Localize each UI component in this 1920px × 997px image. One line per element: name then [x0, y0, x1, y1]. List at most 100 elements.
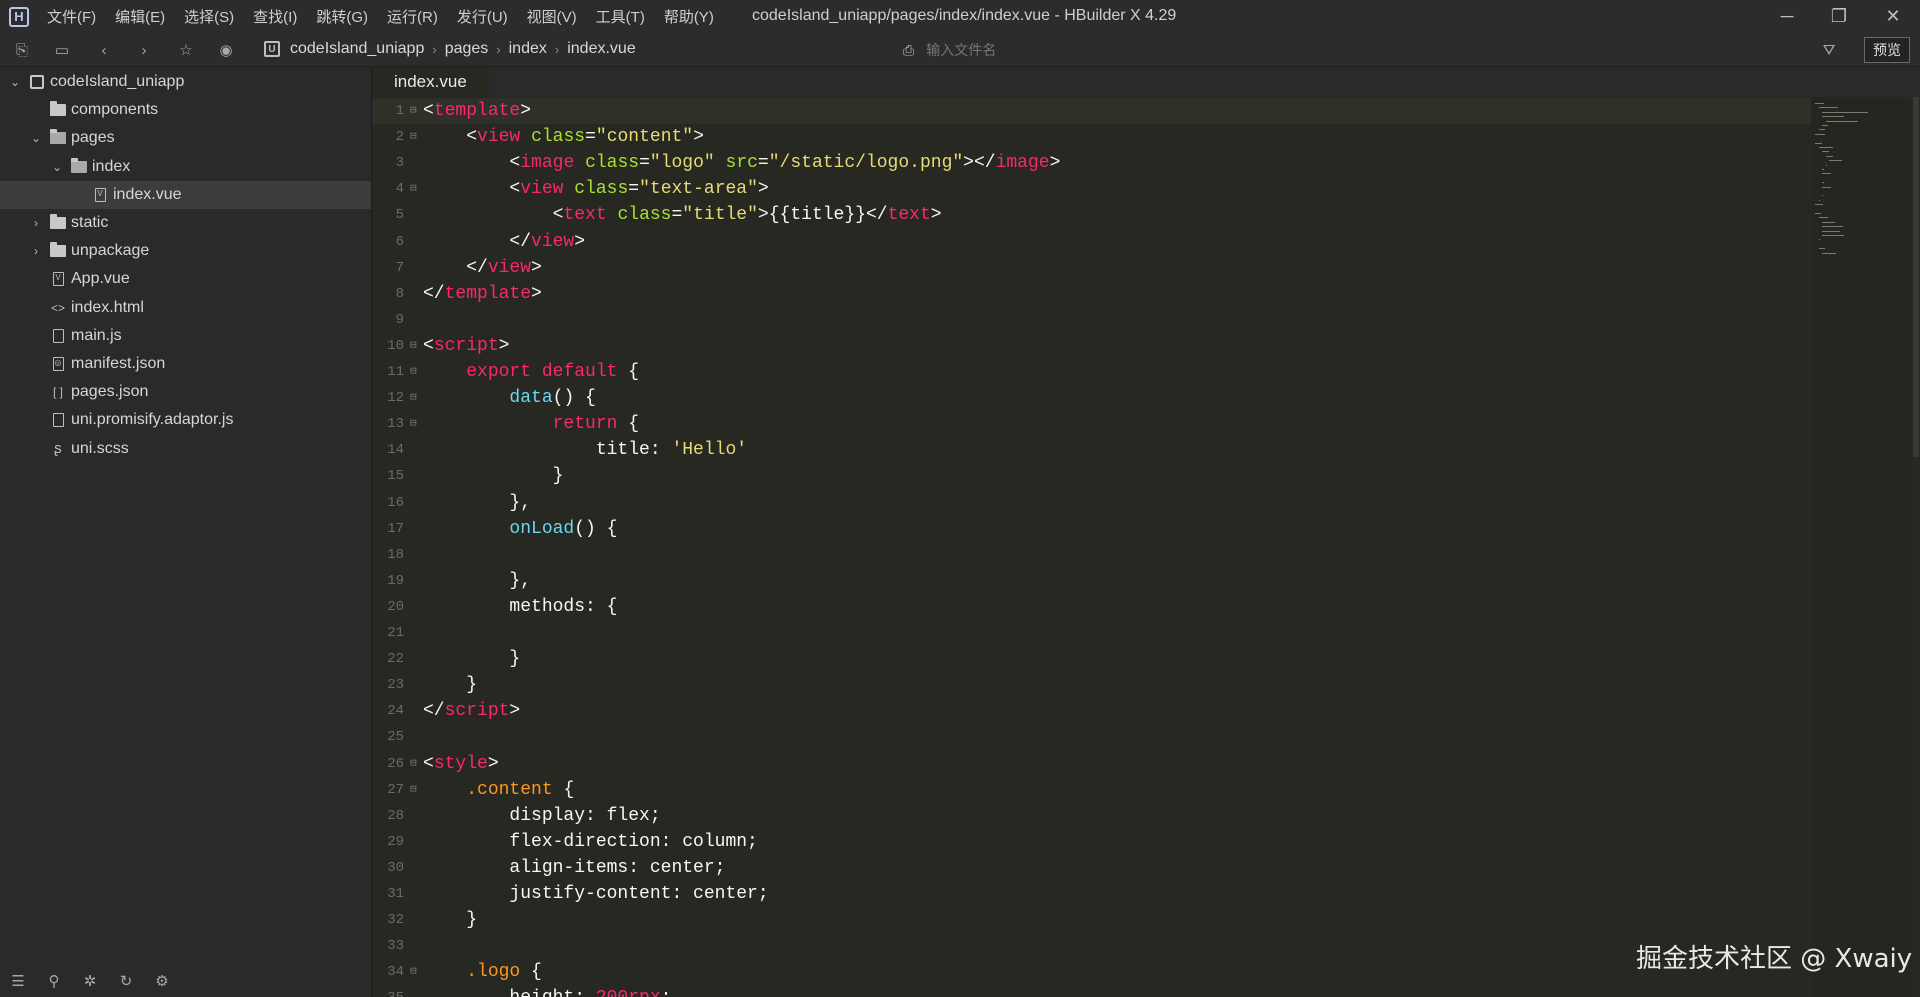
code-line[interactable]: 18 — [372, 542, 1812, 568]
code-line[interactable]: 5 <text class="title">{{title}}</text> — [372, 202, 1812, 228]
editor-scrollbar[interactable] — [1911, 97, 1920, 997]
code-line[interactable]: 15 } — [372, 463, 1812, 489]
code-line[interactable]: 23 } — [372, 672, 1812, 698]
tree-item[interactable]: components — [0, 96, 371, 124]
chevron-down-icon[interactable]: ⌄ — [30, 131, 42, 145]
fold-icon[interactable]: ⊟ — [410, 411, 420, 437]
code-line[interactable]: 7 </view> — [372, 255, 1812, 281]
menu-item[interactable]: 选择(S) — [184, 6, 234, 27]
source-control-icon[interactable]: ↻ — [116, 971, 136, 991]
tree-item[interactable]: ⌄ index — [0, 153, 371, 181]
fold-icon[interactable]: ⊟ — [410, 359, 420, 385]
tree-item[interactable]: Vindex.vue — [0, 180, 371, 209]
code-line[interactable]: 25 — [372, 724, 1812, 750]
code-line[interactable]: 22 } — [372, 646, 1812, 672]
fold-icon[interactable]: ⊟ — [410, 751, 420, 777]
save-icon[interactable]: ▭ — [52, 40, 72, 60]
chevron-down-icon[interactable]: ⌄ — [9, 75, 21, 89]
code-line[interactable]: 16 }, — [372, 490, 1812, 516]
chevron-right-icon[interactable]: › — [30, 216, 42, 230]
code-line[interactable]: 20 methods: { — [372, 594, 1812, 620]
menu-item[interactable]: 跳转(G) — [316, 6, 368, 27]
code-line[interactable]: 29 flex-direction: column; — [372, 829, 1812, 855]
code-editor[interactable]: 1 ⊟ <template> 2 ⊟ <view class="content"> 3 <… — [372, 97, 1812, 997]
forward-icon[interactable]: › — [134, 40, 154, 60]
plugin-icon[interactable]: ⚙ — [152, 971, 172, 991]
tree-item[interactable]: [ ] pages.json — [0, 378, 371, 406]
fold-icon[interactable]: ⊟ — [410, 959, 420, 985]
breadcrumb-item[interactable]: index — [509, 40, 547, 58]
code-line[interactable]: 33 — [372, 933, 1812, 959]
code-line[interactable]: 3 <image class="logo" src="/static/logo.… — [372, 150, 1812, 176]
scrollbar-thumb[interactable] — [1913, 97, 1919, 457]
code-line[interactable]: 14 title: 'Hello' — [372, 437, 1812, 463]
minimap[interactable] — [1811, 97, 1911, 997]
code-line[interactable]: 32 } — [372, 907, 1812, 933]
tree-item[interactable]: › unpackage — [0, 237, 371, 265]
fold-icon[interactable]: ⊟ — [410, 385, 420, 411]
file-search-input[interactable] — [924, 41, 1129, 59]
tree-item[interactable]: main.js — [0, 322, 371, 350]
fold-icon[interactable]: ⊟ — [410, 124, 420, 150]
run-icon[interactable]: ◉ — [216, 40, 236, 60]
code-line[interactable]: 12 ⊟ data() { — [372, 385, 1812, 411]
search-icon[interactable]: ⚲ — [44, 971, 64, 991]
code-line[interactable]: 11 ⊟ export default { — [372, 359, 1812, 385]
breadcrumb-item[interactable]: index.vue — [567, 40, 636, 58]
code-line[interactable]: 24 </script> — [372, 698, 1812, 724]
tree-item[interactable]: V App.vue — [0, 265, 371, 293]
fold-icon[interactable]: ⊟ — [410, 777, 420, 803]
code-line[interactable]: 27 ⊟ .content { — [372, 777, 1812, 803]
breadcrumb-item[interactable]: pages — [445, 40, 489, 58]
explorer-icon[interactable]: ☰ — [8, 971, 28, 991]
tree-item[interactable]: › static — [0, 209, 371, 237]
code-line[interactable]: 19 }, — [372, 568, 1812, 594]
debug-icon[interactable]: ✲ — [80, 971, 100, 991]
menu-item[interactable]: 编辑(E) — [115, 6, 165, 27]
tree-item[interactable]: ◎ manifest.json — [0, 350, 371, 378]
code-line[interactable]: 4 ⊟ <view class="text-area"> — [372, 176, 1812, 202]
menu-item[interactable]: 运行(R) — [387, 6, 438, 27]
chevron-right-icon[interactable]: › — [30, 244, 42, 258]
minimize-icon[interactable]: ─ — [1764, 0, 1810, 33]
chevron-down-icon[interactable]: ⌄ — [51, 160, 63, 174]
fold-icon[interactable]: ⊟ — [410, 98, 420, 124]
star-icon[interactable]: ☆ — [176, 40, 196, 60]
code-line[interactable]: 31 justify-content: center; — [372, 881, 1812, 907]
maximize-icon[interactable]: ❐ — [1816, 0, 1862, 33]
code-line[interactable]: 6 </view> — [372, 229, 1812, 255]
menu-item[interactable]: 查找(I) — [253, 6, 297, 27]
close-icon[interactable]: ✕ — [1870, 0, 1916, 33]
tree-item[interactable]: ⌄ pages — [0, 124, 371, 152]
code-line[interactable]: 17 onLoad() { — [372, 516, 1812, 542]
code-line[interactable]: 28 display: flex; — [372, 803, 1812, 829]
filter-icon[interactable]: ⛛ — [1819, 40, 1839, 60]
code-line[interactable]: 34 ⊟ .logo { — [372, 959, 1812, 985]
code-line[interactable]: 30 align-items: center; — [372, 855, 1812, 881]
code-line[interactable]: 26 ⊟ <style> — [372, 751, 1812, 777]
code-line[interactable]: 9 — [372, 307, 1812, 333]
code-line[interactable]: 10 ⊟ <script> — [372, 333, 1812, 359]
preview-button[interactable]: 预览 — [1864, 37, 1910, 63]
tab-index-vue[interactable]: index.vue — [372, 67, 489, 97]
tree-item[interactable]: ʂ uni.scss — [0, 435, 371, 463]
tree-item[interactable]: ⌄ codeIsland_uniapp — [0, 68, 371, 96]
tree-item[interactable]: uni.promisify.adaptor.js — [0, 406, 371, 434]
breadcrumb-item[interactable]: codeIsland_uniapp — [290, 40, 424, 58]
code-line[interactable]: 13 ⊟ return { — [372, 411, 1812, 437]
code-line[interactable]: 1 ⊟ <template> — [372, 98, 1812, 124]
code-line[interactable]: 21 — [372, 620, 1812, 646]
code-line[interactable]: 2 ⊟ <view class="content"> — [372, 124, 1812, 150]
fold-icon[interactable]: ⊟ — [410, 333, 420, 359]
fold-icon[interactable]: ⊟ — [410, 176, 420, 202]
new-file-icon[interactable]: ⎘ — [12, 40, 32, 60]
menu-item[interactable]: 文件(F) — [47, 6, 96, 27]
menu-item[interactable]: 工具(T) — [596, 6, 645, 27]
code-line[interactable]: 8 </template> — [372, 281, 1812, 307]
menu-item[interactable]: 发行(U) — [457, 6, 508, 27]
code-line[interactable]: 35 height: 200rpx; — [372, 985, 1812, 997]
tree-item[interactable]: <> index.html — [0, 294, 371, 322]
menu-item[interactable]: 帮助(Y) — [664, 6, 714, 27]
menu-item[interactable]: 视图(V) — [527, 6, 577, 27]
back-icon[interactable]: ‹ — [94, 40, 114, 60]
